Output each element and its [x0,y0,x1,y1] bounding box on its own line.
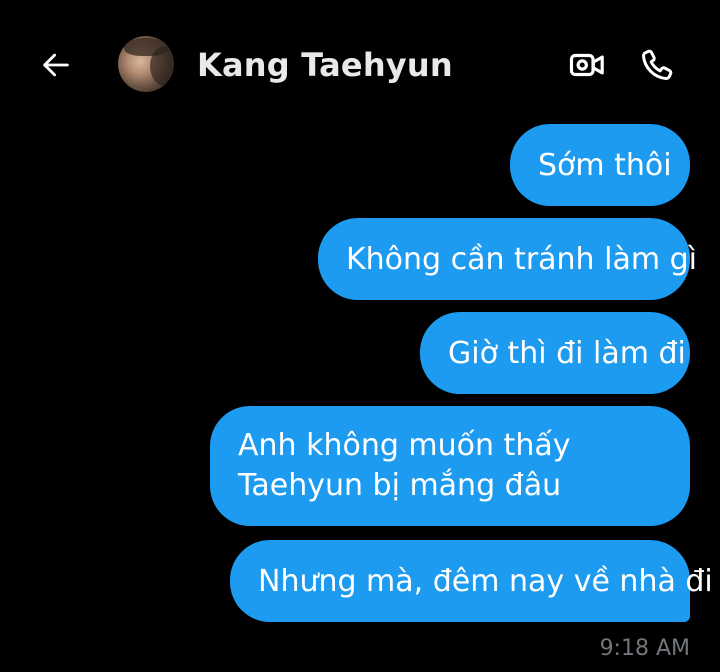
arrow-left-icon [43,53,69,77]
message-bubble[interactable]: Sớm thôi [510,124,690,206]
phone-icon [642,49,673,80]
message-bubble[interactable]: Nhưng mà, đêm nay về nhà đi [230,540,713,622]
back-button[interactable] [36,45,76,85]
video-call-button[interactable] [566,44,608,86]
video-camera-icon [569,53,604,77]
contact-name[interactable]: Kang Taehyun [197,46,453,84]
conversation-header: Kang Taehyun [0,0,720,130]
message-bubble[interactable]: Không cần tránh làm gì [318,218,697,300]
message-timestamp: 9:18 AM [599,636,690,661]
message-bubble[interactable]: Anh không muốn thấy Taehyun bị mắng đâu [210,406,690,526]
voice-call-button[interactable] [636,44,678,86]
avatar[interactable] [118,36,174,92]
message-bubble[interactable]: Giờ thì đi làm đi [420,312,690,394]
